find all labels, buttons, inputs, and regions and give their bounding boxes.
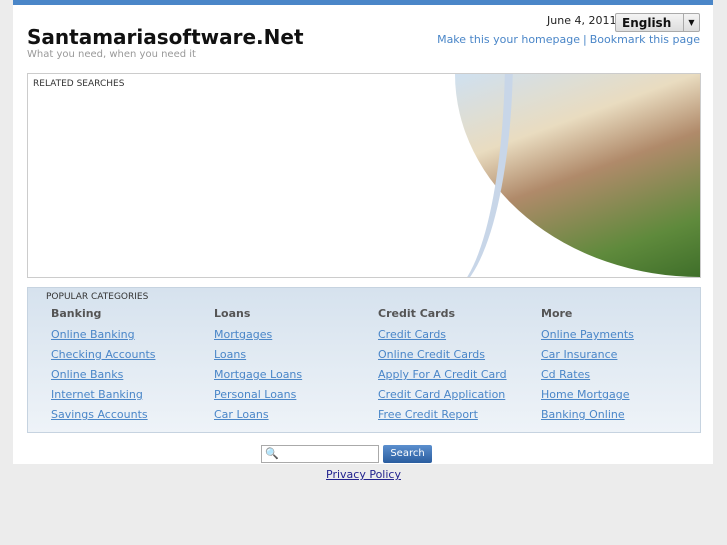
category-link[interactable]: Mortgage Loans — [214, 368, 302, 388]
category-link[interactable]: Online Banking — [51, 328, 156, 348]
search-button[interactable]: Search — [383, 445, 432, 463]
category-link[interactable]: Credit Card Application — [378, 388, 507, 408]
category-link[interactable]: Internet Banking — [51, 388, 156, 408]
category-link[interactable]: Online Payments — [541, 328, 634, 348]
category-link[interactable]: Online Credit Cards — [378, 348, 507, 368]
popular-categories-panel: POPULAR CATEGORIES Banking Online Bankin… — [27, 287, 701, 433]
related-searches-panel: RELATED SEARCHES — [27, 73, 701, 278]
category-column: Credit Cards Credit Cards Online Credit … — [378, 307, 507, 428]
header-links: Make this your homepage | Bookmark this pa… — [437, 33, 700, 46]
related-searches-label: RELATED SEARCHES — [33, 79, 125, 89]
category-link[interactable]: Car Loans — [214, 408, 302, 428]
category-title: Loans — [214, 307, 251, 320]
category-link[interactable]: Car Insurance — [541, 348, 634, 368]
top-bar — [13, 0, 713, 5]
category-title: Banking — [51, 307, 102, 320]
category-link[interactable]: Cd Rates — [541, 368, 634, 388]
category-link[interactable]: Free Credit Report — [378, 408, 507, 428]
category-link[interactable]: Credit Cards — [378, 328, 507, 348]
language-value: English — [622, 16, 672, 30]
category-link[interactable]: Online Banks — [51, 368, 156, 388]
popular-categories-label: POPULAR CATEGORIES — [46, 292, 149, 302]
date: June 4, 2011 — [547, 14, 617, 27]
category-link[interactable]: Savings Accounts — [51, 408, 156, 428]
category-link[interactable]: Loans — [214, 348, 302, 368]
category-title: More — [541, 307, 573, 320]
category-link[interactable]: Personal Loans — [214, 388, 302, 408]
category-link[interactable]: Home Mortgage — [541, 388, 634, 408]
family-photo — [455, 74, 700, 277]
category-link[interactable]: Mortgages — [214, 328, 302, 348]
search-input[interactable]: 🔍 — [261, 445, 379, 463]
category-title: Credit Cards — [378, 307, 456, 320]
search-icon: 🔍 — [265, 447, 279, 460]
category-link[interactable]: Apply For A Credit Card — [378, 368, 507, 388]
make-homepage-link[interactable]: Make this your homepage — [437, 33, 580, 46]
category-column: Banking Online Banking Checking Accounts… — [51, 307, 156, 428]
separator: | — [583, 33, 587, 46]
language-select[interactable]: English ▼ — [615, 13, 700, 32]
category-link[interactable]: Checking Accounts — [51, 348, 156, 368]
site-title: Santamariasoftware.Net — [27, 25, 304, 49]
category-column: Loans Mortgages Loans Mortgage Loans Per… — [214, 307, 302, 428]
chevron-down-icon: ▼ — [683, 14, 699, 31]
bookmark-link[interactable]: Bookmark this page — [590, 33, 700, 46]
category-column: More Online Payments Car Insurance Cd Ra… — [541, 307, 634, 428]
page-container: Santamariasoftware.Net What you need, wh… — [13, 0, 713, 464]
privacy-policy-link[interactable]: Privacy Policy — [0, 468, 727, 481]
category-link[interactable]: Banking Online — [541, 408, 634, 428]
tagline: What you need, when you need it — [27, 49, 196, 60]
